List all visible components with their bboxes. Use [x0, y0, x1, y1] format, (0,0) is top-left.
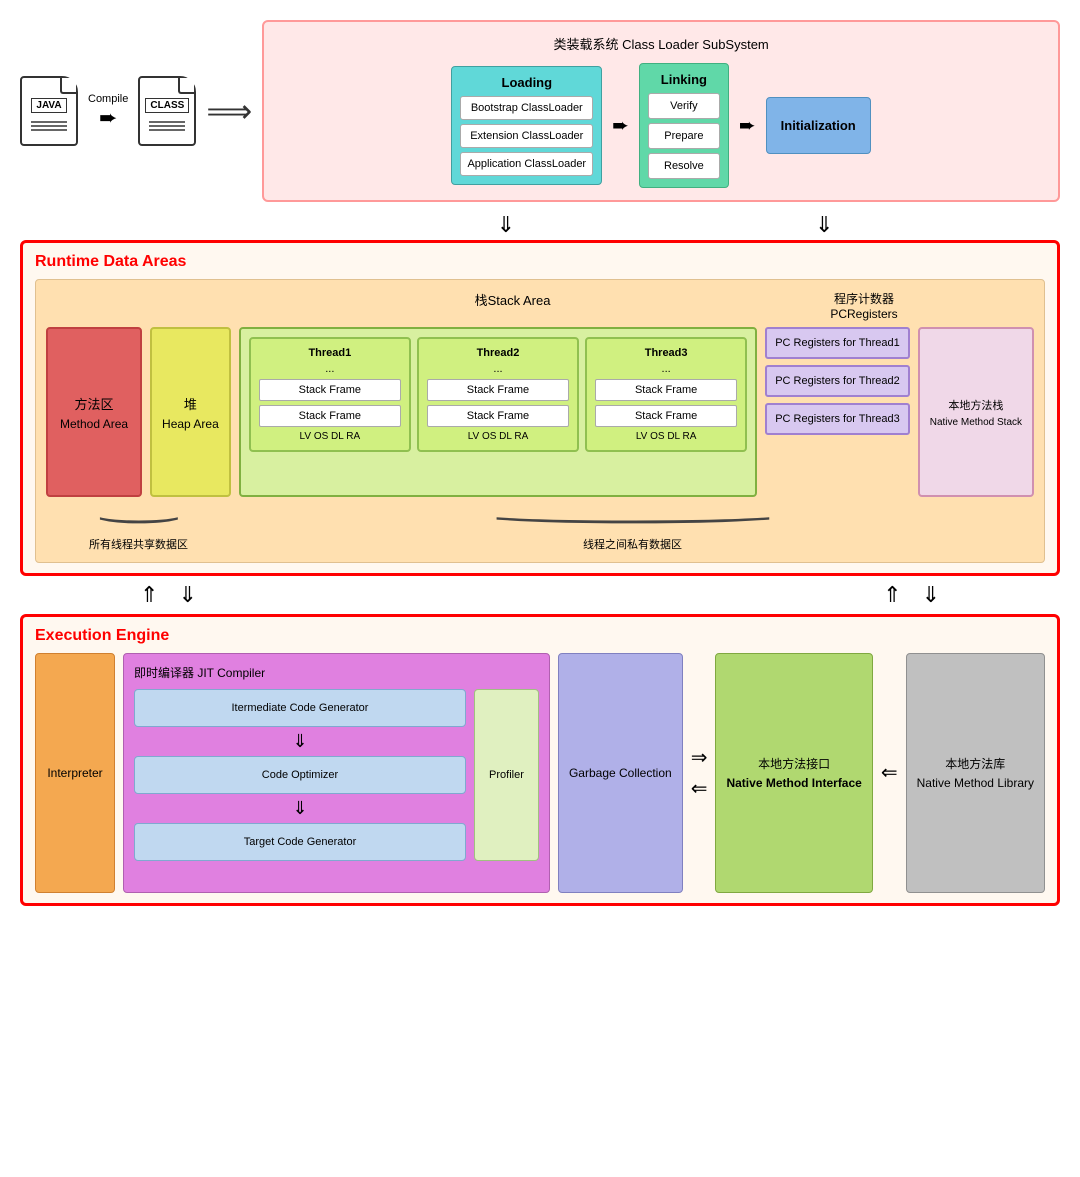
compile-arrow: Compile ➨: [88, 93, 128, 129]
java-file-icon: JAVA: [20, 76, 78, 146]
heap-en: Heap Area: [162, 417, 219, 431]
thread2-frame2: Stack Frame: [427, 405, 569, 427]
native-library-cn: 本地方法库: [945, 755, 1005, 772]
pc-title: 程序计数器 PCRegisters: [794, 290, 934, 321]
heap-area-box: 堆 Heap Area: [150, 327, 231, 497]
thread3-dots: ...: [595, 363, 737, 375]
linking-title: Linking: [648, 72, 720, 87]
garbage-label: Garbage Collection: [569, 766, 672, 780]
runtime-title: Runtime Data Areas: [35, 253, 1045, 271]
thread1-name: Thread1: [259, 347, 401, 359]
thread3-box: Thread3 ... Stack Frame Stack Frame LV O…: [585, 337, 747, 452]
runtime-box: Runtime Data Areas 栈Stack Area 程序计数器 PCR…: [20, 240, 1060, 576]
thread2-box: Thread2 ... Stack Frame Stack Frame LV O…: [417, 337, 579, 452]
verify-item: Verify: [648, 93, 720, 119]
up-arrow-1: ⇑: [140, 582, 158, 608]
thread1-dots: ...: [259, 363, 401, 375]
down-arrow-2: ⇓: [815, 214, 833, 236]
native-interface-en: Native Method Interface: [726, 776, 861, 790]
extension-loader: Extension ClassLoader: [460, 124, 593, 148]
pc-reg1: PC Registers for Thread1: [765, 327, 910, 359]
thread2-frame1: Stack Frame: [427, 379, 569, 401]
resolve-item: Resolve: [648, 153, 720, 179]
bootstrap-loader: Bootstrap ClassLoader: [460, 96, 593, 120]
linking-box: Linking Verify Prepare Resolve: [639, 63, 729, 188]
up-arrow-2: ⇑: [883, 582, 901, 608]
thread1-box: Thread1 ... Stack Frame Stack Frame LV O…: [249, 337, 411, 452]
jit-step2: Code Optimizer: [134, 756, 466, 794]
classloader-title: 类装载系统 Class Loader SubSystem: [279, 34, 1043, 53]
interpreter-label: Interpreter: [47, 766, 102, 780]
loading-to-linking-arrow: ➨: [612, 113, 629, 138]
loading-box: Loading Bootstrap ClassLoader Extension …: [451, 66, 602, 185]
native-stack-en: Native Method Stack: [930, 417, 1022, 428]
compile-label: Compile: [88, 93, 128, 105]
class-label: CLASS: [145, 98, 189, 113]
jit-arrow1: ⇓: [134, 731, 466, 752]
jit-title: 即时编译器 JIT Compiler: [134, 664, 539, 681]
thread2-name: Thread2: [427, 347, 569, 359]
method-area-cn: 方法区: [75, 394, 114, 413]
jit-outer-box: 即时编译器 JIT Compiler Itermediate Code Gene…: [123, 653, 550, 893]
pc-reg3: PC Registers for Thread3: [765, 403, 910, 435]
jit-arrow2: ⇓: [134, 798, 466, 819]
arrow-icon: ➨: [99, 107, 117, 129]
stack-area-title: 栈Stack Area: [231, 290, 794, 321]
native-stack-cn: 本地方法栈: [948, 397, 1003, 413]
thread2-dots: ...: [427, 363, 569, 375]
class-file-icon: CLASS: [138, 76, 196, 146]
linking-to-init-arrow: ➨: [739, 113, 756, 138]
initialization-label: Initialization: [781, 118, 856, 133]
java-label: JAVA: [31, 98, 66, 113]
pc-reg2: PC Registers for Thread2: [765, 365, 910, 397]
thread3-frame1: Stack Frame: [595, 379, 737, 401]
cl-to-runtime-arrows: ⇓ ⇓: [20, 214, 1060, 236]
profiler-box: Profiler: [474, 689, 539, 861]
thread1-frame1: Stack Frame: [259, 379, 401, 401]
classloader-box: 类装载系统 Class Loader SubSystem Loading Boo…: [262, 20, 1060, 202]
down-arrow-1: ⇓: [497, 214, 515, 236]
native-library-en: Native Method Library: [917, 776, 1034, 790]
method-area-en: Method Area: [60, 417, 128, 431]
stack-threads-area: Thread1 ... Stack Frame Stack Frame LV O…: [239, 327, 757, 497]
profiler-label: Profiler: [489, 769, 524, 781]
down-arrow-4: ⇓: [922, 582, 940, 608]
method-area-box: 方法区 Method Area: [46, 327, 142, 497]
jit-step3: Target Code Generator: [134, 823, 466, 861]
thread1-bottom: LV OS DL RA: [259, 431, 401, 442]
down-arrow-3: ⇓: [178, 582, 196, 608]
thread1-frame2: Stack Frame: [259, 405, 401, 427]
runtime-to-exec-arrows: ⇑ ⇓ ⇑ ⇓: [20, 582, 1060, 608]
initialization-box: Initialization: [766, 97, 871, 154]
thread3-name: Thread3: [595, 347, 737, 359]
loading-title: Loading: [460, 75, 593, 90]
native-stack-box: 本地方法栈 Native Method Stack: [918, 327, 1034, 497]
pc-registers-area: PC Registers for Thread1 PC Registers fo…: [765, 327, 910, 497]
thread3-bottom: LV OS DL RA: [595, 431, 737, 442]
native-interface-cn: 本地方法接口: [758, 755, 830, 772]
execution-title: Execution Engine: [35, 627, 1045, 645]
jit-step1: Itermediate Code Generator: [134, 689, 466, 727]
interpreter-box: Interpreter: [35, 653, 115, 893]
private-label: 线程之间私有数据区: [583, 536, 682, 552]
thread3-frame2: Stack Frame: [595, 405, 737, 427]
prepare-item: Prepare: [648, 123, 720, 149]
execution-box: Execution Engine Interpreter 即时编译器 JIT C…: [20, 614, 1060, 906]
application-loader: Application ClassLoader: [460, 152, 593, 176]
heap-cn: 堆: [184, 394, 197, 413]
thread2-bottom: LV OS DL RA: [427, 431, 569, 442]
runtime-inner: 栈Stack Area 程序计数器 PCRegisters 方法区 Method…: [35, 279, 1045, 563]
big-arrow: ⟹: [206, 92, 252, 130]
native-library-box: 本地方法库 Native Method Library: [906, 653, 1045, 893]
gc-to-native-arrows: ⇒ ⇐: [691, 653, 708, 893]
garbage-box: Garbage Collection: [558, 653, 683, 893]
shared-label: 所有线程共享数据区: [89, 536, 188, 552]
top-section: JAVA Compile ➨ CLASS ⟹ 类装载系统 Class Loade…: [20, 20, 1060, 202]
lib-to-interface-arrow: ⇐: [881, 653, 898, 893]
native-interface-box: 本地方法接口 Native Method Interface: [715, 653, 872, 893]
